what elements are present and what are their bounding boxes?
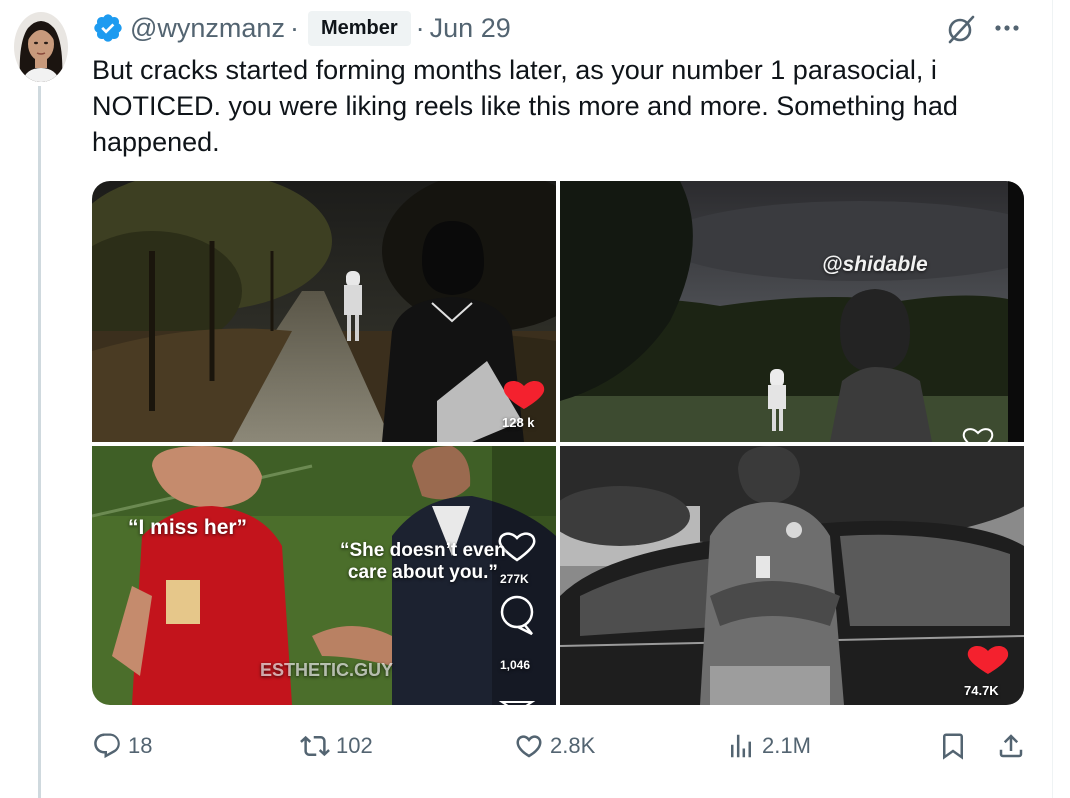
media-grid[interactable]: 128 k @shidable “I miss her” “She doesn’… [92, 181, 1024, 705]
media-image-car-bw [560, 446, 1024, 705]
media-tile-1[interactable]: 128 k [92, 181, 556, 442]
tile-like-count: 74.7K [964, 683, 999, 698]
media-image-night-park [92, 181, 556, 442]
media-image-cloudy-field [560, 181, 1024, 442]
separator-dot: · [415, 12, 425, 43]
heart-outline-icon [516, 735, 542, 758]
separator-dot: · [289, 12, 299, 43]
grok-icon[interactable] [944, 12, 978, 46]
user-handle[interactable]: @wynzmanz [130, 13, 285, 44]
reply-count: 18 [128, 733, 153, 758]
more-options-icon[interactable] [990, 16, 1024, 40]
tile-like-count: 128 k [502, 415, 535, 430]
share-button[interactable] [996, 728, 1026, 764]
tweet-action-bar: 18 102 2.8K 2.1M [92, 728, 1032, 764]
tweet-date[interactable]: Jun 29 [430, 13, 511, 44]
avatar[interactable] [14, 12, 68, 82]
tweet-header: @wynzmanz · Member · Jun 29 [92, 8, 511, 48]
share-icon [999, 734, 1023, 758]
caption-right: “She doesn’t even care about you.” [340, 540, 506, 583]
reply-button[interactable]: 18 [92, 728, 152, 764]
caption-left: “I miss her” [128, 516, 248, 539]
repost-count: 102 [336, 733, 373, 758]
media-tile-2[interactable]: @shidable [560, 181, 1024, 442]
media-tile-3[interactable]: “I miss her” “She doesn’t even care abou… [92, 446, 556, 705]
member-badge[interactable]: Member [307, 10, 411, 46]
like-count: 2.8K [550, 733, 596, 758]
view-count: 2.1M [762, 733, 811, 758]
repost-icon [300, 735, 330, 757]
tile-like-count: 277K [500, 572, 529, 586]
bookmark-button[interactable] [938, 728, 968, 764]
column-border [1052, 0, 1053, 798]
tweet-text: But cracks started forming months later,… [92, 55, 958, 157]
bookmark-icon [943, 733, 963, 760]
tile-watermark: @shidable [822, 253, 928, 276]
analytics-icon [731, 734, 751, 758]
views-button[interactable]: 2.1M [726, 728, 811, 764]
like-button[interactable]: 2.8K [514, 728, 595, 764]
repost-button[interactable]: 102 [300, 728, 373, 764]
media-tile-4[interactable]: 74.7K [560, 446, 1024, 705]
verified-badge-icon [94, 14, 122, 42]
thread-line [38, 86, 41, 798]
tile-watermark: ESTHETIC.GUY [260, 660, 394, 680]
tile-comment-count: 1,046 [500, 658, 531, 672]
reply-icon [94, 733, 120, 759]
